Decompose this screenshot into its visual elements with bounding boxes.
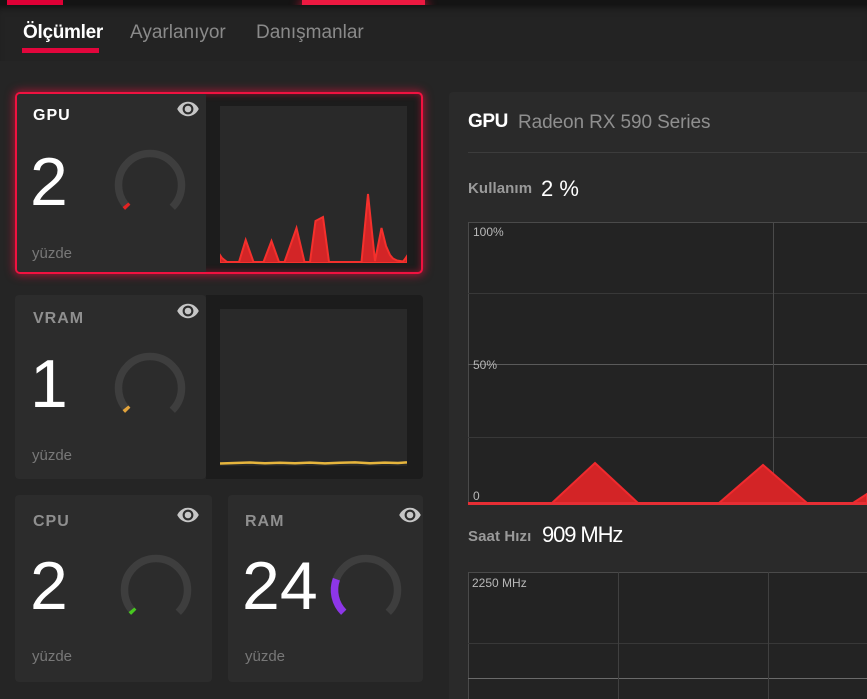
svg-text:100%: 100% bbox=[473, 225, 504, 239]
svg-text:0: 0 bbox=[473, 489, 480, 503]
svg-text:50%: 50% bbox=[473, 358, 497, 372]
svg-text:2250 MHz: 2250 MHz bbox=[472, 576, 527, 590]
